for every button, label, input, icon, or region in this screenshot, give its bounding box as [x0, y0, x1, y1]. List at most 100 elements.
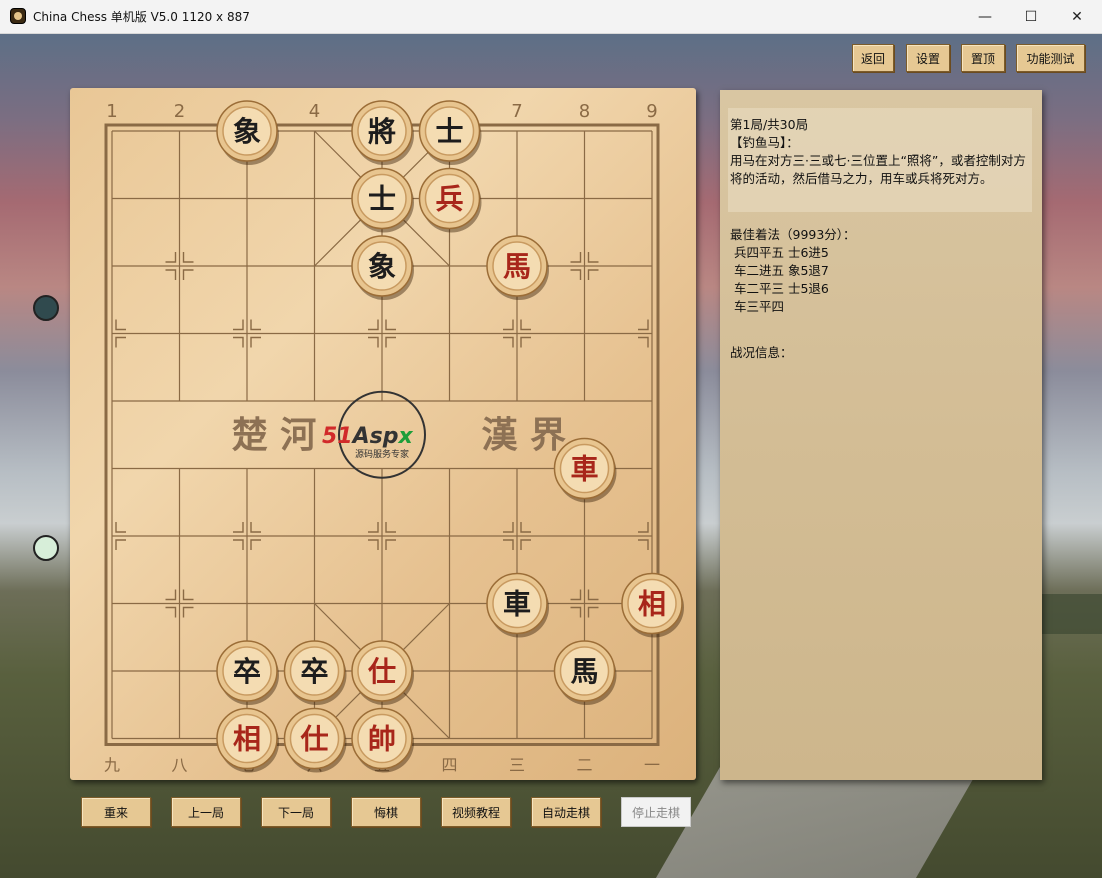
maximize-button[interactable]: ☐	[1008, 0, 1054, 33]
close-button[interactable]: ✕	[1054, 0, 1100, 33]
undo-button[interactable]: 悔棋	[351, 797, 421, 827]
file-number-top: 8	[579, 101, 590, 122]
minimize-button[interactable]: —	[962, 0, 1008, 33]
piece-label: 將	[368, 115, 396, 148]
position-mark	[233, 336, 244, 348]
file-number-top: 2	[174, 101, 185, 122]
chess-piece[interactable]: 象	[216, 100, 279, 165]
chess-piece[interactable]: 仕	[351, 640, 414, 705]
position-mark	[165, 606, 177, 618]
position-mark	[250, 539, 261, 550]
app-icon	[10, 8, 26, 24]
info-panel: 第1局/共30局 【钓鱼马】： 用马在对方三·三或七·三位置上“照将”，或者控制…	[720, 90, 1042, 780]
chess-piece[interactable]: 相	[216, 707, 279, 773]
game-counter: 第1局/共30局	[730, 117, 809, 132]
next-game-button[interactable]: 下一局	[261, 797, 331, 827]
piece-label: 馬	[503, 250, 531, 283]
file-number-bottom: 一	[644, 756, 660, 775]
chess-piece[interactable]: 卒	[283, 640, 347, 705]
restart-button[interactable]: 重来	[81, 797, 151, 827]
feature-test-button[interactable]: 功能测试	[1016, 44, 1085, 72]
position-mark	[115, 539, 126, 550]
board-grid: 123456789九八七六五四三二一楚 河漢 界51Aspx源码服务专家象將士士…	[104, 100, 684, 775]
file-number-top: 4	[309, 101, 320, 122]
position-mark	[385, 336, 396, 348]
watermark-logo: 51Aspx	[322, 424, 414, 449]
pin-top-button[interactable]: 置顶	[961, 44, 1005, 72]
back-button[interactable]: 返回	[852, 44, 894, 72]
position-mark	[165, 252, 177, 263]
best-move-title: 最佳着法（9993分）：	[730, 227, 856, 242]
chess-piece[interactable]: 馬	[486, 235, 549, 300]
piece-label: 卒	[300, 655, 328, 688]
piece-label: 兵	[435, 183, 463, 216]
side-indicator-dark	[33, 295, 59, 321]
position-mark	[368, 539, 379, 550]
chess-piece[interactable]: 士	[351, 167, 414, 233]
position-mark	[385, 522, 396, 533]
chess-piece[interactable]: 兵	[418, 167, 482, 233]
position-mark	[570, 269, 582, 280]
position-mark	[587, 606, 599, 618]
move-line: 车二进五 象5退7	[730, 263, 829, 278]
file-number-bottom: 九	[104, 756, 120, 775]
file-number-bottom: 三	[509, 756, 525, 775]
position-mark	[250, 319, 261, 331]
chess-piece[interactable]: 車	[486, 572, 549, 638]
chess-piece[interactable]: 仕	[283, 707, 347, 773]
prev-game-button[interactable]: 上一局	[171, 797, 241, 827]
position-mark	[570, 606, 582, 618]
position-mark	[182, 589, 194, 601]
position-mark	[368, 336, 379, 348]
piece-label: 相	[638, 588, 666, 621]
window-title: China Chess 单机版 V5.0 1120 x 887	[33, 10, 250, 24]
position-mark	[503, 522, 514, 533]
chess-piece[interactable]: 卒	[216, 640, 279, 705]
chess-piece[interactable]: 車	[553, 437, 617, 503]
position-mark	[250, 522, 261, 533]
position-mark	[520, 319, 531, 331]
river-right-text: 漢 界	[481, 414, 566, 456]
chess-board[interactable]: 123456789九八七六五四三二一楚 河漢 界51Aspx源码服务专家象將士士…	[70, 88, 696, 780]
file-number-bottom: 二	[576, 756, 592, 775]
position-mark	[570, 589, 582, 601]
position-mark	[233, 539, 244, 550]
title-bar: China Chess 单机版 V5.0 1120 x 887 — ☐ ✕	[0, 0, 1102, 34]
piece-label: 車	[570, 453, 598, 486]
position-mark	[587, 269, 599, 280]
position-mark	[638, 319, 649, 331]
chess-piece[interactable]: 士	[418, 100, 482, 165]
position-mark	[233, 522, 244, 533]
river-left-text: 楚 河	[232, 414, 317, 456]
piece-label: 仕	[367, 655, 396, 688]
position-mark	[570, 252, 582, 263]
chess-piece[interactable]: 象	[351, 235, 414, 300]
position-mark	[520, 539, 531, 550]
piece-label: 士	[435, 115, 463, 148]
settings-button[interactable]: 设置	[906, 44, 950, 72]
stop-auto-button[interactable]: 停止走棋	[621, 797, 691, 827]
position-mark	[503, 319, 514, 331]
piece-label: 士	[368, 183, 396, 216]
chess-piece[interactable]: 馬	[553, 640, 617, 705]
position-mark	[503, 336, 514, 348]
position-mark	[165, 269, 177, 280]
position-mark	[115, 319, 126, 331]
file-number-top: 1	[106, 101, 117, 122]
piece-label: 馬	[570, 655, 598, 688]
chess-piece[interactable]: 相	[621, 572, 684, 638]
position-mark	[182, 606, 194, 618]
chess-piece[interactable]: 將	[351, 100, 414, 165]
video-tutorial-button[interactable]: 视频教程	[441, 797, 511, 827]
puzzle-name: 【钓鱼马】：	[730, 135, 799, 150]
position-mark	[638, 522, 649, 533]
position-mark	[250, 336, 261, 348]
move-line: 车二平三 士5退6	[730, 281, 829, 296]
auto-play-button[interactable]: 自动走棋	[531, 797, 601, 827]
piece-label: 象	[368, 250, 396, 283]
chess-piece[interactable]: 帥	[351, 707, 414, 773]
piece-label: 卒	[233, 655, 261, 688]
status-label: 战况信息：	[730, 345, 793, 360]
puzzle-description: 用马在对方三·三或七·三位置上“照将”，或者控制对方将的活动，然后借马之力，用车…	[730, 153, 1026, 186]
file-number-bottom: 四	[441, 756, 457, 775]
